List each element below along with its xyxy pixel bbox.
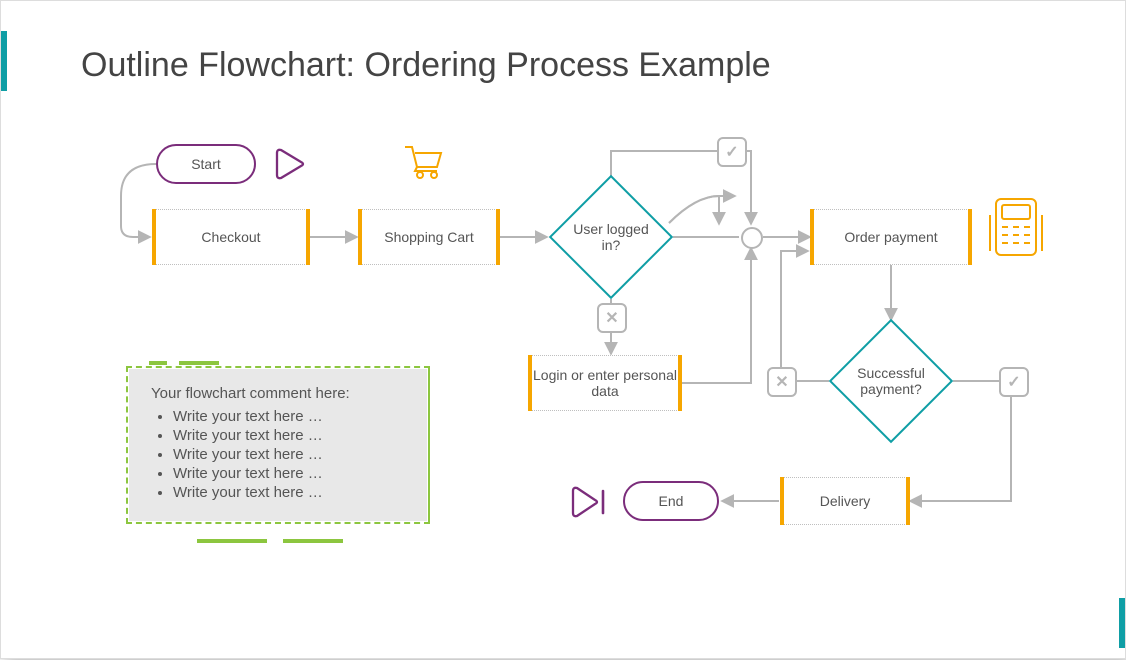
start-node: Start <box>156 144 256 184</box>
start-label: Start <box>191 156 221 172</box>
order-payment-label: Order payment <box>844 229 937 245</box>
stop-icon <box>569 485 613 519</box>
shopping-cart-label: Shopping Cart <box>384 229 474 245</box>
login-label: Login or enter personal data <box>530 367 680 399</box>
user-logged-decision: User logged in? <box>549 175 673 299</box>
order-payment-node: Order payment <box>811 209 971 265</box>
delivery-label: Delivery <box>820 493 871 509</box>
junction-node <box>741 227 763 249</box>
successful-payment-decision: Successful payment? <box>829 319 953 443</box>
delivery-node: Delivery <box>781 477 909 525</box>
payment-terminal-icon <box>986 191 1048 263</box>
comment-box: Your flowchart comment here: Write your … <box>129 369 427 521</box>
check-icon: ✓ <box>999 367 1029 397</box>
comment-list: Write your text here … Write your text h… <box>151 408 405 501</box>
arrow-layer <box>1 1 1126 660</box>
end-label: End <box>659 493 684 509</box>
comment-header: Your flowchart comment here: <box>151 385 405 402</box>
x-icon: ✕ <box>597 303 627 333</box>
successful-payment-label: Successful payment? <box>849 365 933 397</box>
comment-line: Write your text here … <box>173 446 405 463</box>
cart-icon <box>403 141 445 183</box>
flowchart-canvas: Start Checkout Shopping Cart User logged… <box>1 1 1125 658</box>
accent-dash <box>283 539 343 543</box>
login-node: Login or enter personal data <box>529 355 681 411</box>
accent-dash <box>149 361 167 365</box>
play-icon <box>273 147 307 181</box>
comment-line: Write your text here … <box>173 484 405 501</box>
shopping-cart-node: Shopping Cart <box>359 209 499 265</box>
end-node: End <box>623 481 719 521</box>
comment-line: Write your text here … <box>173 427 405 444</box>
x-icon: ✕ <box>767 367 797 397</box>
accent-dash <box>197 539 267 543</box>
accent-dash <box>179 361 219 365</box>
comment-line: Write your text here … <box>173 465 405 482</box>
comment-line: Write your text here … <box>173 408 405 425</box>
check-icon: ✓ <box>717 137 747 167</box>
checkout-node: Checkout <box>153 209 309 265</box>
user-logged-label: User logged in? <box>569 221 653 253</box>
checkout-label: Checkout <box>201 229 260 245</box>
